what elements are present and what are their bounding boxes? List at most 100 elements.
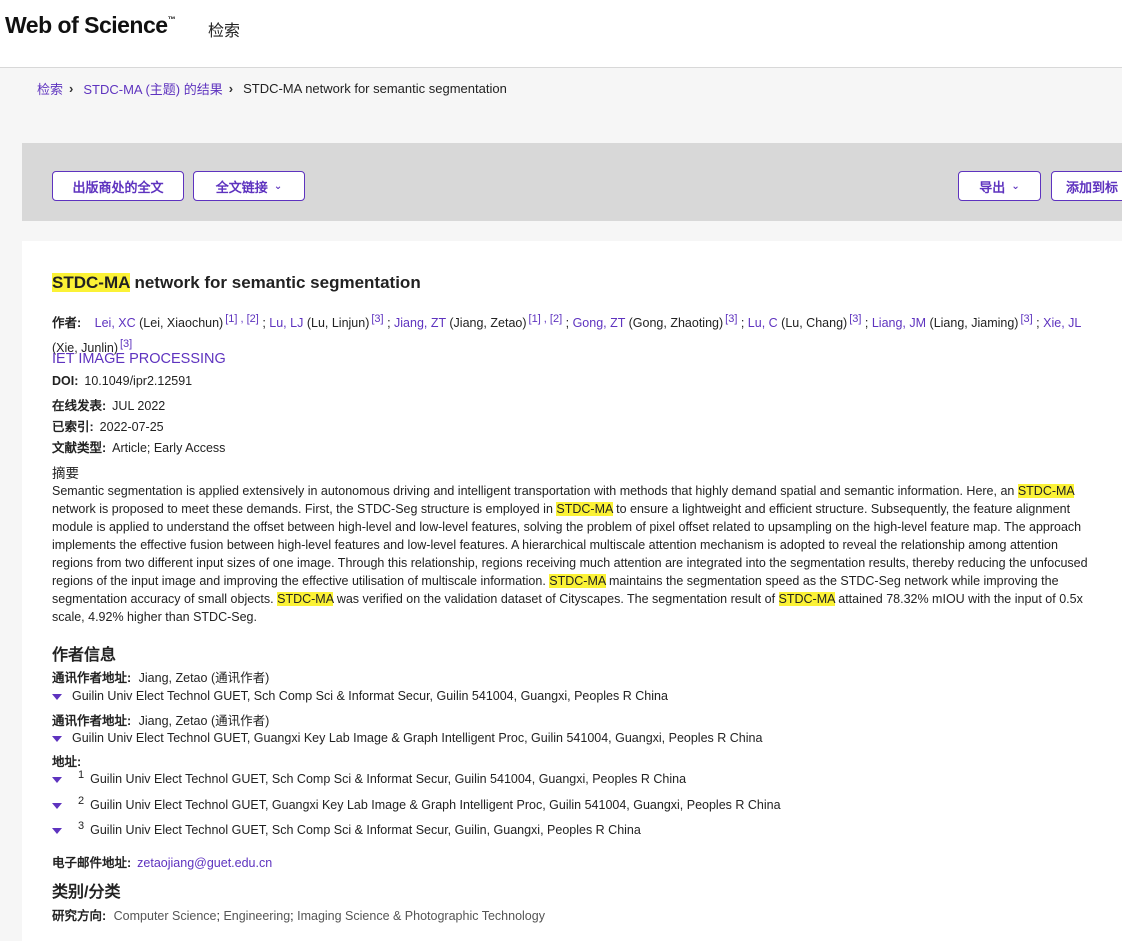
author-refs[interactable]: [3] bbox=[120, 338, 132, 350]
full-text-links-label: 全文链接 bbox=[215, 179, 268, 195]
author-link[interactable]: Lei, XC bbox=[95, 316, 136, 330]
breadcrumb-current: STDC-MA network for semantic segmentatio… bbox=[243, 81, 507, 96]
abstract-highlight: STDC-MA bbox=[556, 502, 613, 516]
top-header: Web of Science™ 检索 bbox=[0, 0, 1122, 68]
email-label: 电子邮件地址: bbox=[52, 856, 132, 870]
doctype-value: Article; Early Access bbox=[112, 441, 226, 455]
author-link[interactable]: Lu, LJ bbox=[269, 316, 303, 330]
research-areas-label: 研究方向: bbox=[52, 909, 107, 923]
record-card: STDC-MA network for semantic segmentatio… bbox=[22, 241, 1122, 941]
address-item: 3 Guilin Univ Elect Technol GUET, Sch Com… bbox=[52, 820, 641, 837]
author-full: (Gong, Zhaoting) bbox=[628, 316, 724, 331]
corr-address-detail: Guilin Univ Elect Technol GUET, Sch Comp… bbox=[52, 689, 668, 703]
online-value: JUL 2022 bbox=[112, 399, 166, 413]
abstract-segment: network is proposed to meet these demand… bbox=[52, 502, 557, 516]
research-area-link[interactable]: Computer Science bbox=[114, 909, 217, 923]
author-link[interactable]: Jiang, ZT bbox=[394, 316, 446, 330]
email-row: 电子邮件地址: zetaojiang@guet.edu.cn bbox=[52, 852, 272, 871]
address-text: Guilin Univ Elect Technol GUET, Sch Comp… bbox=[90, 772, 687, 787]
addresses-label-row: 地址: bbox=[52, 751, 81, 770]
chevron-right-icon: › bbox=[69, 81, 74, 96]
doi-label: DOI: bbox=[52, 374, 79, 388]
address-number: 2 bbox=[78, 795, 85, 807]
author-refs[interactable]: [1] , [2] bbox=[529, 313, 563, 325]
caret-down-icon[interactable] bbox=[52, 827, 62, 834]
full-text-publisher-label: 出版商处的全文 bbox=[72, 179, 164, 195]
author-refs[interactable]: [3] bbox=[371, 313, 383, 325]
author-link[interactable]: Gong, ZT bbox=[573, 316, 626, 330]
author-link[interactable]: Lu, C bbox=[748, 316, 778, 330]
author-refs[interactable]: [3] bbox=[1020, 313, 1032, 325]
corr-address-detail: Guilin Univ Elect Technol GUET, Guangxi … bbox=[52, 731, 762, 745]
research-areas-row: 研究方向: Computer Science; Engineering; Ima… bbox=[52, 905, 545, 924]
indexed-label: 已索引: bbox=[52, 420, 94, 434]
full-text-publisher-button[interactable]: 出版商处的全文 bbox=[52, 171, 184, 201]
chevron-down-icon: ⌄ bbox=[273, 180, 283, 192]
author-full: (Lu, Chang) bbox=[781, 316, 848, 331]
author-full: (Lei, Xiaochun) bbox=[139, 316, 224, 331]
corr-author-role: (通讯作者) bbox=[210, 671, 270, 685]
authors-label: 作者: bbox=[52, 316, 82, 331]
author-full: (Jiang, Zetao) bbox=[449, 316, 527, 331]
abstract-heading: 摘要 bbox=[52, 466, 79, 481]
abstract-segment: Semantic segmentation is applied extensi… bbox=[52, 484, 1018, 498]
corr-address-label: 通讯作者地址: bbox=[52, 714, 132, 728]
abstract-segment: was verified on the validation dataset o… bbox=[333, 592, 779, 606]
full-text-links-button[interactable]: 全文链接 ⌄ bbox=[193, 171, 305, 201]
doi-row: DOI: 10.1049/ipr2.12591 bbox=[52, 374, 192, 388]
wos-logo[interactable]: Web of Science™ bbox=[5, 12, 176, 39]
indexed-row: 已索引: 2022-07-25 bbox=[52, 416, 164, 435]
categories-heading: 类别/分类 bbox=[52, 884, 121, 901]
author-full: (Lu, Linjun) bbox=[306, 316, 370, 331]
record-title: STDC-MA network for semantic segmentatio… bbox=[52, 273, 421, 293]
email-link[interactable]: zetaojiang@guet.edu.cn bbox=[137, 856, 272, 870]
online-row: 在线发表: JUL 2022 bbox=[52, 395, 165, 414]
breadcrumb: 检索 › STDC-MA (主题) 的结果 › STDC-MA network … bbox=[37, 79, 507, 98]
address-text: Guilin Univ Elect Technol GUET, Sch Comp… bbox=[90, 823, 641, 838]
corr-address-row: 通讯作者地址: Jiang, Zetao (通讯作者) bbox=[52, 667, 269, 686]
abstract-highlight: STDC-MA bbox=[277, 592, 334, 606]
chevron-right-icon: › bbox=[228, 81, 234, 96]
address-text: Guilin Univ Elect Technol GUET, Guangxi … bbox=[90, 798, 781, 813]
author-link[interactable]: Xie, JL bbox=[1043, 316, 1081, 330]
caret-down-icon[interactable] bbox=[52, 776, 62, 783]
author-full: (Liang, Jiaming) bbox=[929, 316, 1019, 331]
corr-address-text: Guilin Univ Elect Technol GUET, Sch Comp… bbox=[72, 689, 668, 703]
breadcrumb-search[interactable]: 检索 bbox=[37, 79, 63, 98]
author-link[interactable]: Liang, JM bbox=[872, 316, 926, 330]
abstract-text: Semantic segmentation is applied extensi… bbox=[52, 482, 1092, 626]
corr-author-role: (通讯作者) bbox=[210, 714, 270, 728]
corr-address-label: 通讯作者地址: bbox=[52, 671, 132, 685]
journal-link[interactable]: IET IMAGE PROCESSING bbox=[52, 351, 226, 367]
addresses-label: 地址: bbox=[52, 755, 82, 769]
abstract-highlight: STDC-MA bbox=[549, 574, 606, 588]
title-rest: network for semantic segmentation bbox=[129, 273, 421, 292]
export-label: 导出 bbox=[979, 179, 1006, 195]
address-number: 3 bbox=[78, 820, 85, 832]
add-to-list-button[interactable]: 添加到标 bbox=[1051, 171, 1122, 201]
corr-author-name: Jiang, Zetao bbox=[138, 714, 208, 728]
author-info-heading: 作者信息 bbox=[52, 647, 117, 664]
caret-down-icon[interactable] bbox=[52, 802, 62, 809]
breadcrumb-results[interactable]: STDC-MA (主题) 的结果 bbox=[83, 79, 222, 98]
caret-down-icon[interactable] bbox=[52, 735, 62, 742]
research-area-link[interactable]: Engineering bbox=[223, 909, 290, 923]
logo-tm: ™ bbox=[167, 15, 176, 25]
caret-down-icon[interactable] bbox=[52, 693, 62, 700]
doi-value: 10.1049/ipr2.12591 bbox=[84, 374, 193, 388]
nav-search-link[interactable]: 检索 bbox=[208, 17, 240, 41]
author-refs[interactable]: [3] bbox=[849, 313, 861, 325]
title-highlight: STDC-MA bbox=[52, 273, 130, 292]
address-item: 1 Guilin Univ Elect Technol GUET, Sch Com… bbox=[52, 769, 686, 786]
corr-author-name: Jiang, Zetao bbox=[138, 671, 208, 685]
abstract-highlight: STDC-MA bbox=[1017, 484, 1075, 498]
author-refs[interactable]: [3] bbox=[725, 313, 737, 325]
research-area-link[interactable]: Imaging Science & Photographic Technolog… bbox=[297, 909, 545, 923]
logo-text[interactable]: Web of Science bbox=[5, 12, 168, 38]
chevron-down-icon: ⌄ bbox=[1011, 180, 1020, 192]
corr-address-row: 通讯作者地址: Jiang, Zetao (通讯作者) bbox=[52, 710, 269, 729]
corr-address-text: Guilin Univ Elect Technol GUET, Guangxi … bbox=[72, 731, 763, 745]
record-toolbar: 出版商处的全文 全文链接 ⌄ 导出 ⌄ 添加到标 bbox=[22, 143, 1122, 221]
export-button[interactable]: 导出 ⌄ bbox=[958, 171, 1041, 201]
author-refs[interactable]: [1] , [2] bbox=[225, 313, 259, 325]
